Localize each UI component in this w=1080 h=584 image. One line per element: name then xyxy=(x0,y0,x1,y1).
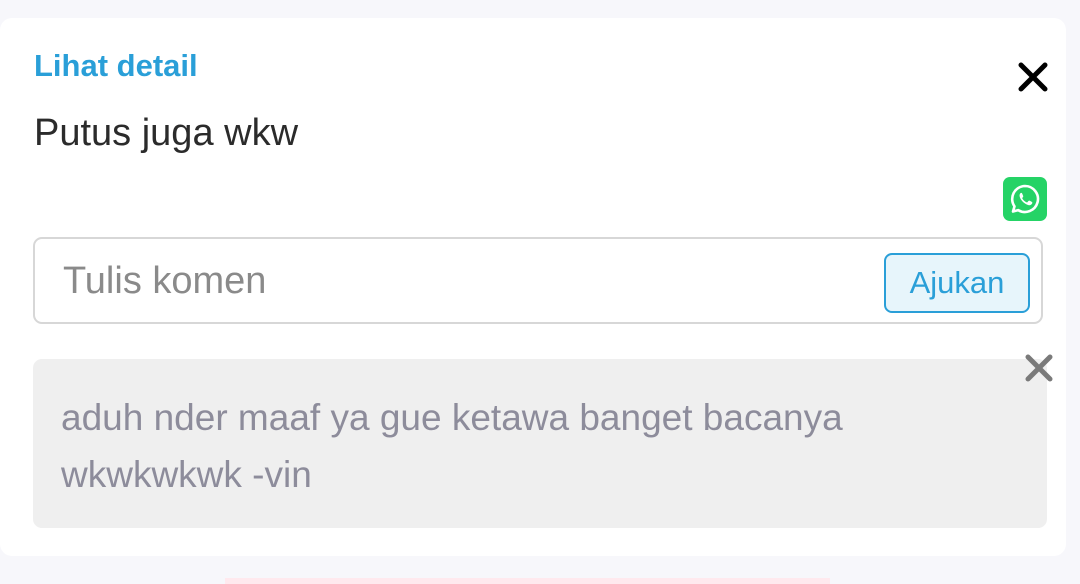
comment-text: aduh nder maaf ya gue ketawa banget baca… xyxy=(61,397,843,495)
submit-comment-button[interactable]: Ajukan xyxy=(884,253,1030,313)
view-detail-link[interactable]: Lihat detail xyxy=(34,48,198,84)
bottom-divider xyxy=(225,578,830,584)
whatsapp-icon xyxy=(1010,184,1040,214)
delete-icon xyxy=(1025,354,1053,382)
post-card: Lihat detail Putus juga wkw Ajukan aduh … xyxy=(0,18,1066,556)
whatsapp-share-button[interactable] xyxy=(1003,177,1047,221)
close-icon xyxy=(1018,62,1048,92)
close-button[interactable] xyxy=(1016,60,1050,94)
post-text: Putus juga wkw xyxy=(34,112,299,154)
comment-input[interactable] xyxy=(63,255,863,307)
comment-form: Ajukan xyxy=(33,237,1043,324)
comment-item: aduh nder maaf ya gue ketawa banget baca… xyxy=(33,359,1047,528)
delete-comment-button[interactable] xyxy=(1024,353,1054,383)
